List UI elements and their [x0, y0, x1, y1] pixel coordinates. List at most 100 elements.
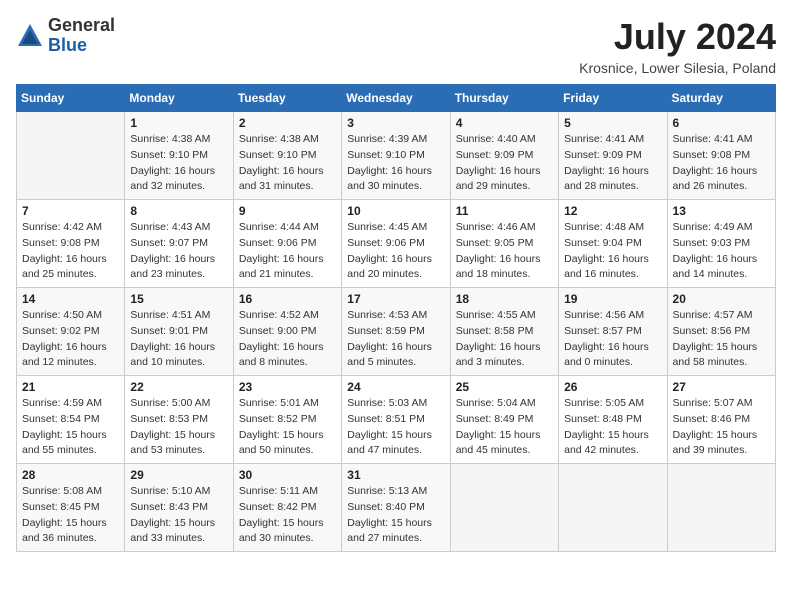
day-info: Sunrise: 4:55 AM Sunset: 8:58 PM Dayligh…	[456, 308, 553, 371]
day-number: 2	[239, 116, 336, 130]
title-block: July 2024 Krosnice, Lower Silesia, Polan…	[579, 16, 776, 76]
calendar-cell: 5 Sunrise: 4:41 AM Sunset: 9:09 PM Daylig…	[559, 112, 667, 200]
calendar-cell: 20 Sunrise: 4:57 AM Sunset: 8:56 PM Dayli…	[667, 288, 775, 376]
calendar-cell: 1 Sunrise: 4:38 AM Sunset: 9:10 PM Daylig…	[125, 112, 233, 200]
day-number: 20	[673, 292, 770, 306]
day-info: Sunrise: 4:42 AM Sunset: 9:08 PM Dayligh…	[22, 220, 119, 283]
day-info: Sunrise: 4:41 AM Sunset: 9:08 PM Dayligh…	[673, 132, 770, 195]
calendar-cell: 11 Sunrise: 4:46 AM Sunset: 9:05 PM Dayli…	[450, 200, 558, 288]
calendar-cell	[667, 464, 775, 552]
day-info: Sunrise: 5:05 AM Sunset: 8:48 PM Dayligh…	[564, 396, 661, 459]
calendar-cell: 6 Sunrise: 4:41 AM Sunset: 9:08 PM Daylig…	[667, 112, 775, 200]
day-of-week-header: Sunday	[17, 85, 125, 112]
day-number: 10	[347, 204, 444, 218]
calendar-cell: 10 Sunrise: 4:45 AM Sunset: 9:06 PM Dayli…	[342, 200, 450, 288]
calendar-week-row: 28Sunrise: 5:08 AM Sunset: 8:45 PM Dayli…	[17, 464, 776, 552]
calendar-cell: 4 Sunrise: 4:40 AM Sunset: 9:09 PM Daylig…	[450, 112, 558, 200]
logo-icon	[16, 22, 44, 50]
day-number: 11	[456, 204, 553, 218]
day-info: Sunrise: 4:56 AM Sunset: 8:57 PM Dayligh…	[564, 308, 661, 371]
day-of-week-header: Friday	[559, 85, 667, 112]
day-info: Sunrise: 4:49 AM Sunset: 9:03 PM Dayligh…	[673, 220, 770, 283]
day-info: Sunrise: 5:04 AM Sunset: 8:49 PM Dayligh…	[456, 396, 553, 459]
day-number: 17	[347, 292, 444, 306]
day-info: Sunrise: 4:41 AM Sunset: 9:09 PM Dayligh…	[564, 132, 661, 195]
day-number: 15	[130, 292, 227, 306]
calendar-cell: 9Sunrise: 4:44 AM Sunset: 9:06 PM Daylig…	[233, 200, 341, 288]
day-number: 19	[564, 292, 661, 306]
calendar-week-row: 21 Sunrise: 4:59 AM Sunset: 8:54 PM Dayli…	[17, 376, 776, 464]
day-info: Sunrise: 5:10 AM Sunset: 8:43 PM Dayligh…	[130, 484, 227, 547]
day-info: Sunrise: 4:45 AM Sunset: 9:06 PM Dayligh…	[347, 220, 444, 283]
calendar-cell: 18Sunrise: 4:55 AM Sunset: 8:58 PM Dayli…	[450, 288, 558, 376]
day-of-week-header: Monday	[125, 85, 233, 112]
day-number: 14	[22, 292, 119, 306]
calendar-cell: 13 Sunrise: 4:49 AM Sunset: 9:03 PM Dayli…	[667, 200, 775, 288]
calendar-cell: 3Sunrise: 4:39 AM Sunset: 9:10 PM Daylig…	[342, 112, 450, 200]
day-number: 29	[130, 468, 227, 482]
day-info: Sunrise: 4:44 AM Sunset: 9:06 PM Dayligh…	[239, 220, 336, 283]
page-header: General Blue July 2024 Krosnice, Lower S…	[16, 16, 776, 76]
day-of-week-header: Thursday	[450, 85, 558, 112]
day-info: Sunrise: 4:57 AM Sunset: 8:56 PM Dayligh…	[673, 308, 770, 371]
calendar-cell: 14 Sunrise: 4:50 AM Sunset: 9:02 PM Dayli…	[17, 288, 125, 376]
calendar-header-row: SundayMondayTuesdayWednesdayThursdayFrid…	[17, 85, 776, 112]
day-number: 28	[22, 468, 119, 482]
day-info: Sunrise: 4:59 AM Sunset: 8:54 PM Dayligh…	[22, 396, 119, 459]
month-title: July 2024	[579, 16, 776, 58]
day-info: Sunrise: 5:11 AM Sunset: 8:42 PM Dayligh…	[239, 484, 336, 547]
logo-blue: Blue	[48, 35, 87, 55]
day-number: 26	[564, 380, 661, 394]
calendar-cell: 8 Sunrise: 4:43 AM Sunset: 9:07 PM Daylig…	[125, 200, 233, 288]
day-number: 31	[347, 468, 444, 482]
calendar-cell: 19 Sunrise: 4:56 AM Sunset: 8:57 PM Dayli…	[559, 288, 667, 376]
calendar-cell: 28Sunrise: 5:08 AM Sunset: 8:45 PM Dayli…	[17, 464, 125, 552]
day-number: 22	[130, 380, 227, 394]
calendar-week-row: 14 Sunrise: 4:50 AM Sunset: 9:02 PM Dayli…	[17, 288, 776, 376]
calendar-cell	[17, 112, 125, 200]
calendar-cell: 31 Sunrise: 5:13 AM Sunset: 8:40 PM Dayli…	[342, 464, 450, 552]
day-info: Sunrise: 4:40 AM Sunset: 9:09 PM Dayligh…	[456, 132, 553, 195]
day-info: Sunrise: 4:46 AM Sunset: 9:05 PM Dayligh…	[456, 220, 553, 283]
calendar-cell: 27Sunrise: 5:07 AM Sunset: 8:46 PM Dayli…	[667, 376, 775, 464]
day-info: Sunrise: 5:00 AM Sunset: 8:53 PM Dayligh…	[130, 396, 227, 459]
day-info: Sunrise: 4:38 AM Sunset: 9:10 PM Dayligh…	[239, 132, 336, 195]
day-info: Sunrise: 5:01 AM Sunset: 8:52 PM Dayligh…	[239, 396, 336, 459]
logo-text: General Blue	[48, 16, 115, 56]
calendar-cell	[450, 464, 558, 552]
day-info: Sunrise: 4:38 AM Sunset: 9:10 PM Dayligh…	[130, 132, 227, 195]
logo-general: General	[48, 15, 115, 35]
calendar-cell: 16Sunrise: 4:52 AM Sunset: 9:00 PM Dayli…	[233, 288, 341, 376]
day-info: Sunrise: 4:50 AM Sunset: 9:02 PM Dayligh…	[22, 308, 119, 371]
day-number: 24	[347, 380, 444, 394]
calendar-cell: 2 Sunrise: 4:38 AM Sunset: 9:10 PM Daylig…	[233, 112, 341, 200]
calendar-cell: 12Sunrise: 4:48 AM Sunset: 9:04 PM Dayli…	[559, 200, 667, 288]
day-number: 13	[673, 204, 770, 218]
logo: General Blue	[16, 16, 115, 56]
day-info: Sunrise: 5:07 AM Sunset: 8:46 PM Dayligh…	[673, 396, 770, 459]
day-number: 8	[130, 204, 227, 218]
calendar-cell: 23 Sunrise: 5:01 AM Sunset: 8:52 PM Dayli…	[233, 376, 341, 464]
calendar-cell: 26 Sunrise: 5:05 AM Sunset: 8:48 PM Dayli…	[559, 376, 667, 464]
day-number: 7	[22, 204, 119, 218]
calendar-table: SundayMondayTuesdayWednesdayThursdayFrid…	[16, 84, 776, 552]
calendar-week-row: 1 Sunrise: 4:38 AM Sunset: 9:10 PM Daylig…	[17, 112, 776, 200]
calendar-week-row: 7 Sunrise: 4:42 AM Sunset: 9:08 PM Daylig…	[17, 200, 776, 288]
day-info: Sunrise: 5:13 AM Sunset: 8:40 PM Dayligh…	[347, 484, 444, 547]
calendar-cell: 7 Sunrise: 4:42 AM Sunset: 9:08 PM Daylig…	[17, 200, 125, 288]
calendar-cell: 17Sunrise: 4:53 AM Sunset: 8:59 PM Dayli…	[342, 288, 450, 376]
day-number: 1	[130, 116, 227, 130]
day-number: 23	[239, 380, 336, 394]
day-info: Sunrise: 4:39 AM Sunset: 9:10 PM Dayligh…	[347, 132, 444, 195]
day-number: 12	[564, 204, 661, 218]
day-number: 5	[564, 116, 661, 130]
day-number: 6	[673, 116, 770, 130]
day-info: Sunrise: 5:03 AM Sunset: 8:51 PM Dayligh…	[347, 396, 444, 459]
calendar-cell: 21 Sunrise: 4:59 AM Sunset: 8:54 PM Dayli…	[17, 376, 125, 464]
day-info: Sunrise: 4:43 AM Sunset: 9:07 PM Dayligh…	[130, 220, 227, 283]
day-info: Sunrise: 4:52 AM Sunset: 9:00 PM Dayligh…	[239, 308, 336, 371]
calendar-cell	[559, 464, 667, 552]
day-info: Sunrise: 4:51 AM Sunset: 9:01 PM Dayligh…	[130, 308, 227, 371]
day-number: 21	[22, 380, 119, 394]
day-number: 4	[456, 116, 553, 130]
